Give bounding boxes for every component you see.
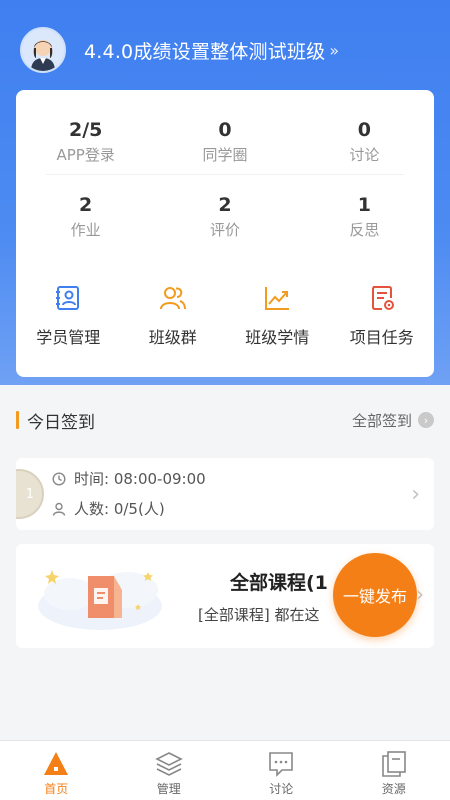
quick-action-learning-trend[interactable]: 班级学情 — [225, 280, 330, 350]
quick-action-label: 班级群 — [148, 328, 197, 347]
stat-reflection[interactable]: 1 反思 — [295, 185, 434, 260]
section-title: 今日签到 — [16, 408, 95, 433]
person-icon — [52, 502, 66, 516]
chevron-right-icon: › — [411, 482, 420, 507]
tab-discussion[interactable]: 讨论 — [225, 741, 338, 800]
signin-badge: 1 — [16, 469, 44, 519]
tab-label: 管理 — [156, 782, 181, 796]
stat-value: 2 — [218, 194, 232, 216]
tab-home[interactable]: 首页 — [0, 741, 113, 800]
student-manage-icon — [56, 286, 80, 310]
stat-value: 0 — [357, 119, 371, 141]
quick-action-label: 项目任务 — [349, 328, 414, 347]
stat-value: 0 — [218, 119, 232, 141]
fab-label: 一键发布 — [342, 587, 407, 606]
tab-label: 讨论 — [269, 782, 294, 796]
clock-icon — [52, 471, 66, 486]
chevron-right-icon: › — [416, 582, 424, 606]
stat-label: APP登录 — [56, 146, 115, 164]
tab-label: 首页 — [44, 782, 69, 796]
today-signin-header: 今日签到 全部签到 › — [16, 406, 434, 434]
stat-value: 2 — [79, 194, 93, 216]
quick-action-class-group[interactable]: 班级群 — [121, 280, 226, 350]
stat-evaluation[interactable]: 2 评价 — [155, 185, 294, 260]
avatar[interactable] — [20, 27, 66, 73]
signin-card[interactable]: 1 时间: 08:00-09:00 人数: 0/5(人) › — [16, 458, 434, 530]
quick-action-student-manage[interactable]: 学员管理 — [16, 280, 121, 350]
layers-icon — [154, 752, 183, 776]
chevron-right-icon[interactable]: » — [329, 41, 339, 60]
today-signin-title: 今日签到 — [27, 412, 95, 433]
files-icon — [381, 751, 406, 777]
quick-action-label: 学员管理 — [36, 328, 101, 347]
signin-count-row: 人数: 0/5(人) — [52, 498, 165, 519]
stats-grid: 2/5 APP登录 0 同学圈 0 讨论 2 作业 2 评价 1 反思 — [16, 110, 434, 260]
project-task-icon — [371, 286, 394, 310]
tab-resources[interactable]: 资源 — [338, 741, 450, 800]
all-signin-label: 全部签到 — [351, 411, 412, 430]
quick-actions: 学员管理 班级群 班级学情 项目任务 — [16, 280, 434, 350]
class-title[interactable]: 4.4.0成绩设置整体测试班级 — [84, 37, 325, 64]
section-accent-bar — [16, 411, 19, 429]
stat-label: 反思 — [349, 221, 380, 239]
stats-divider — [46, 174, 404, 175]
user-avatar-icon — [31, 40, 55, 71]
all-signin-link[interactable]: 全部签到 › — [352, 410, 434, 431]
course-illustration-icon — [38, 570, 162, 630]
signin-time-row: 时间: 08:00-09:00 — [52, 468, 206, 489]
signin-time: 时间: 08:00-09:00 — [74, 470, 206, 488]
tab-label: 资源 — [381, 782, 406, 796]
course-title: 全部课程(1 — [230, 572, 328, 594]
tab-manage[interactable]: 管理 — [113, 741, 226, 800]
course-description: [全部课程] 都在这 — [198, 606, 320, 624]
signin-count: 人数: 0/5(人) — [74, 500, 165, 518]
bottom-tab-bar: 首页 管理 讨论 资源 — [0, 740, 450, 800]
class-header[interactable]: 4.4.0成绩设置整体测试班级 » — [20, 26, 440, 74]
class-group-icon — [159, 287, 186, 310]
quick-action-project-task[interactable]: 项目任务 — [330, 280, 435, 350]
chat-icon — [269, 752, 294, 777]
stat-label: 同学圈 — [202, 146, 248, 164]
chevron-circle-right-icon: › — [418, 412, 434, 428]
stat-homework[interactable]: 2 作业 — [16, 185, 155, 260]
home-icon — [44, 752, 69, 775]
stats-card: 2/5 APP登录 0 同学圈 0 讨论 2 作业 2 评价 1 反思 学员管理… — [16, 90, 434, 377]
stat-label: 评价 — [209, 221, 240, 239]
stat-value: 1 — [357, 194, 371, 216]
stat-value: 2/5 — [68, 119, 103, 141]
stat-label: 讨论 — [349, 146, 380, 164]
one-click-publish-button[interactable]: 一键发布 — [333, 553, 417, 637]
stat-label: 作业 — [70, 221, 101, 239]
quick-action-label: 班级学情 — [245, 328, 310, 347]
learning-trend-icon — [265, 287, 290, 310]
